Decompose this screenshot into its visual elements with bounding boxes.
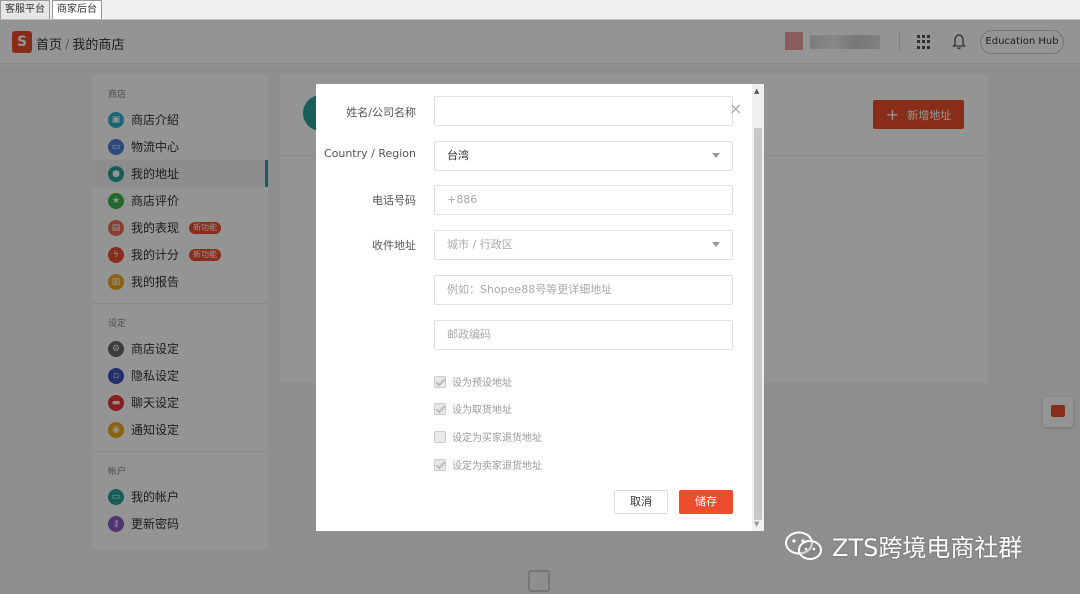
cancel-button[interactable]: 取消 <box>614 490 668 514</box>
checkbox-label: 设为预设地址 <box>452 378 512 389</box>
checkbox-icon <box>434 458 446 471</box>
pickup-address-checkbox[interactable]: 设为取货地址 <box>434 401 512 416</box>
zip-code-input[interactable]: 邮政编码 <box>434 320 733 350</box>
checkbox-icon <box>434 430 446 443</box>
scroll-up-arrow-icon[interactable]: ▲ <box>754 87 759 95</box>
address-detail-input[interactable]: 例如：Shopee88号等更详细地址 <box>434 275 733 305</box>
city-placeholder: 城市 / 行政区 <box>447 238 513 251</box>
default-address-checkbox[interactable]: 设为预设地址 <box>434 374 512 389</box>
address-label: 收件地址 <box>372 239 416 252</box>
checkbox-label: 设定为卖家退货地址 <box>452 461 542 472</box>
checkbox-icon <box>434 402 446 415</box>
checkbox-label: 设为取货地址 <box>452 405 512 416</box>
modal-scroll-thumb[interactable] <box>754 128 762 520</box>
watermark-text: ZTS跨境电商社群 <box>832 534 1023 562</box>
phone-input[interactable]: +886 <box>434 185 733 215</box>
seller-return-address-checkbox[interactable]: 设定为卖家退货地址 <box>434 457 542 472</box>
wechat-watermark: ZTS跨境电商社群 <box>784 528 1022 563</box>
buyer-return-address-checkbox[interactable]: 设定为买家退货地址 <box>434 429 542 444</box>
scroll-down-arrow-icon[interactable]: ▼ <box>754 520 759 528</box>
country-value: 台湾 <box>447 149 469 162</box>
checkbox-label: 设定为买家退货地址 <box>452 433 542 444</box>
country-label: Country / Region <box>323 147 416 160</box>
country-select[interactable]: 台湾 <box>434 141 733 171</box>
name-label: 姓名/公司名称 <box>346 106 416 119</box>
close-icon[interactable]: × <box>729 101 742 117</box>
checkbox-icon <box>434 375 446 388</box>
phone-label: 电话号码 <box>372 194 416 207</box>
browser-tab-customer-service[interactable]: 客服平台 <box>0 0 50 19</box>
browser-tab-seller-center[interactable]: 商家后台 <box>52 0 102 19</box>
name-input[interactable] <box>434 96 733 126</box>
save-button[interactable]: 储存 <box>679 490 733 514</box>
chevron-down-icon <box>712 153 720 158</box>
browser-tab-bar: 客服平台 商家后台 <box>0 0 1080 20</box>
wechat-icon <box>785 531 822 560</box>
city-select[interactable]: 城市 / 行政区 <box>434 230 733 260</box>
chevron-down-icon <box>712 242 720 247</box>
